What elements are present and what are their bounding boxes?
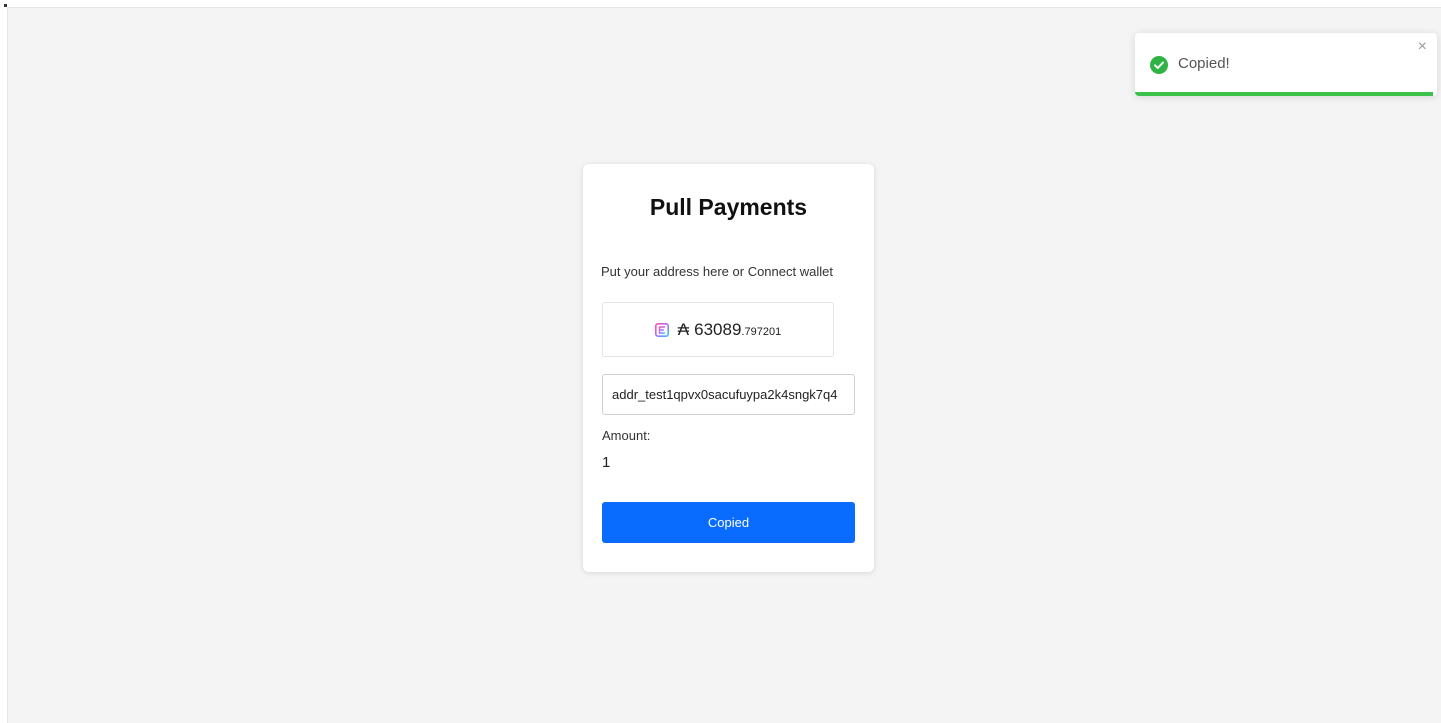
pull-payments-card: Pull Payments Put your address here or C… [583, 164, 874, 572]
toast-progress-track [1135, 92, 1437, 96]
wallet-balance-decimal: .797201 [741, 325, 782, 338]
check-circle-icon [1150, 56, 1168, 74]
wallet-balance-integer: 63089 [694, 319, 742, 339]
connect-wallet-button[interactable]: ₳ 63089 .797201 [602, 302, 834, 357]
page-viewport: Pull Payments Put your address here or C… [7, 7, 1441, 723]
copied-toast: Copied! × [1135, 33, 1437, 96]
page-title: Pull Payments [649, 194, 808, 220]
wallet-app-icon [654, 322, 669, 337]
copy-button[interactable]: Copied [602, 502, 855, 543]
toast-progress-bar [1135, 92, 1433, 96]
amount-label: Amount: [602, 428, 651, 443]
amount-value: 1 [602, 454, 611, 471]
close-icon[interactable]: × [1418, 39, 1427, 55]
address-instructions: Put your address here or Connect wallet [601, 264, 833, 279]
toast-message: Copied! [1178, 55, 1230, 72]
ada-currency-symbol: ₳ [677, 319, 690, 339]
address-input[interactable] [602, 374, 855, 415]
